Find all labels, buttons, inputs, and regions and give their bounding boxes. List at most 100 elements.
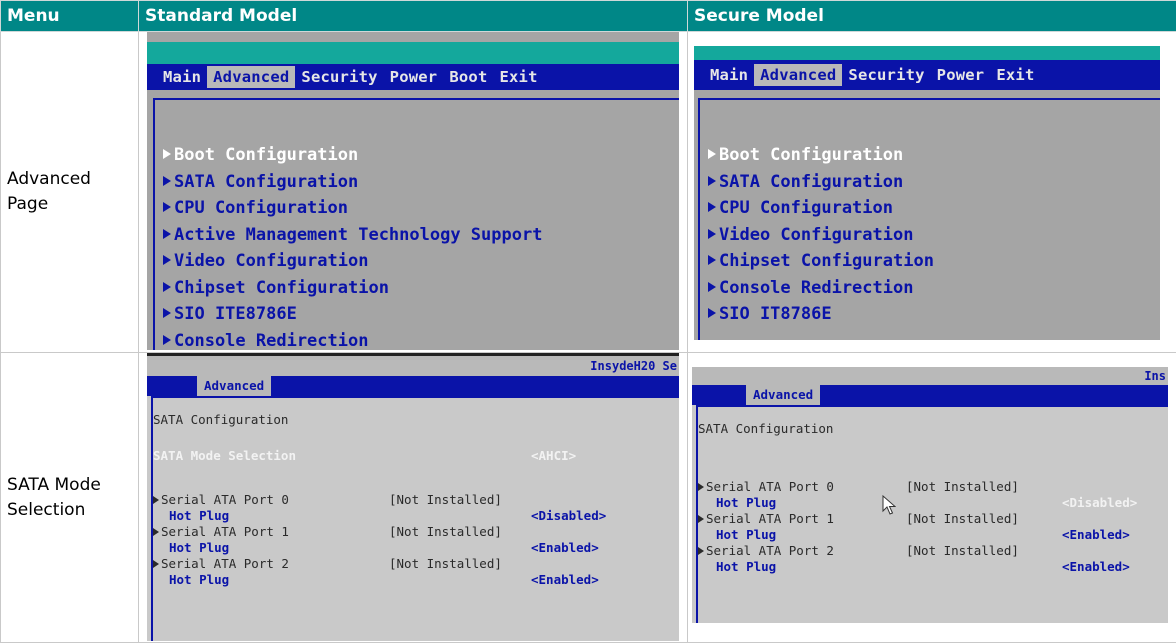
menu-item-boot-configuration[interactable]: Boot Configuration: [163, 142, 542, 169]
port-2-hotplug-label[interactable]: Hot Plug: [169, 572, 229, 587]
header-menu: Menu: [0, 0, 139, 32]
bios-menu-bar: Main Advanced Security Power Exit: [694, 60, 1160, 90]
bios-panel: Boot Configuration SATA Configuration CP…: [698, 98, 1160, 340]
tab-power[interactable]: Power: [384, 66, 444, 88]
tab-boot[interactable]: Boot: [443, 66, 493, 88]
menu-item-boot-configuration[interactable]: Boot Configuration: [708, 142, 934, 169]
port-1-hotplug-value[interactable]: <Enabled>: [531, 540, 599, 555]
standard-advanced-cell: Main Advanced Security Power Boot Exit B…: [138, 31, 688, 353]
bios-panel: SATA Configuration SATA Mode Selection <…: [151, 396, 679, 641]
bios-brand: Ins: [1144, 369, 1166, 383]
menu-item-cpu-configuration[interactable]: CPU Configuration: [708, 195, 934, 222]
tab-main[interactable]: Main: [157, 66, 207, 88]
bios-top-strip: [147, 42, 679, 64]
bios-panel: Boot Configuration SATA Configuration CP…: [153, 98, 679, 350]
arrow-right-icon: [163, 149, 171, 159]
port-0-hotplug-label[interactable]: Hot Plug: [716, 495, 776, 510]
arrow-right-icon: [163, 255, 171, 265]
arrow-right-icon: [708, 281, 716, 292]
arrow-right-icon: [163, 228, 171, 239]
tab-security[interactable]: Security: [842, 64, 930, 86]
header-row: Menu Standard Model Secure Model: [0, 0, 1176, 32]
tab-advanced[interactable]: Advanced: [207, 66, 296, 88]
bios-menu-bar: Advanced: [147, 376, 679, 396]
port-2-status: [Not Installed]: [389, 556, 502, 571]
menu-item-sata-configuration[interactable]: SATA Configuration: [708, 169, 934, 196]
comparison-table: Menu Standard Model Secure Model Advance…: [0, 0, 1176, 643]
menu-item-video-configuration[interactable]: Video Configuration: [708, 222, 934, 249]
arrow-right-icon: [708, 308, 716, 318]
tab-advanced[interactable]: Advanced: [754, 64, 843, 86]
menu-item-video-configuration[interactable]: Video Configuration: [163, 248, 542, 275]
port-0-hotplug-value[interactable]: <Disabled>: [1062, 495, 1137, 510]
menu-item-sata-configuration[interactable]: SATA Configuration: [163, 169, 542, 196]
arrow-right-icon: [163, 202, 171, 212]
arrow-right-icon: [153, 496, 159, 504]
bios-brand: InsydeH20 Se: [590, 359, 677, 373]
header-secure-model: Secure Model: [687, 0, 1176, 32]
tab-advanced[interactable]: Advanced: [746, 385, 821, 405]
arrow-right-icon: [163, 281, 171, 292]
port-2-label[interactable]: Serial ATA Port 2: [698, 543, 834, 558]
menu-cell-sata-mode-selection: SATA Mode Selection: [0, 352, 139, 643]
arrow-right-icon: [153, 528, 159, 536]
port-2-hotplug-label[interactable]: Hot Plug: [716, 559, 776, 574]
menu-item-sio[interactable]: SIO IT8786E: [708, 301, 934, 328]
port-1-label[interactable]: Serial ATA Port 1: [698, 511, 834, 526]
port-1-hotplug-value[interactable]: <Enabled>: [1062, 527, 1130, 542]
tab-exit[interactable]: Exit: [493, 66, 543, 88]
menu-cell-advanced-page: Advanced Page: [0, 31, 139, 353]
menu-item-cpu-configuration[interactable]: CPU Configuration: [163, 195, 542, 222]
port-0-label[interactable]: Serial ATA Port 0: [698, 479, 834, 494]
mouse-pointer-icon: [882, 495, 896, 515]
bios-top-bar: InsydeH20 Se: [147, 353, 679, 376]
port-1-label[interactable]: Serial ATA Port 1: [153, 524, 289, 539]
arrow-right-icon: [163, 334, 171, 345]
menu-item-console-redirection[interactable]: Console Redirection: [708, 275, 934, 302]
port-1-status: [Not Installed]: [906, 511, 1019, 526]
arrow-right-icon: [698, 547, 704, 555]
advanced-menu-list: Boot Configuration SATA Configuration CP…: [163, 142, 542, 350]
arrow-right-icon: [708, 202, 716, 212]
menu-item-sio[interactable]: SIO ITE8786E: [163, 301, 542, 328]
secure-advanced-screenshot: Main Advanced Security Power Exit Boot C…: [694, 46, 1160, 340]
arrow-right-icon: [708, 175, 716, 186]
port-2-hotplug-value[interactable]: <Enabled>: [1062, 559, 1130, 574]
port-0-hotplug-label[interactable]: Hot Plug: [169, 508, 229, 523]
tab-advanced[interactable]: Advanced: [197, 376, 272, 396]
tab-main[interactable]: Main: [704, 64, 754, 86]
section-title: SATA Configuration: [153, 412, 289, 427]
menu-item-chipset-configuration[interactable]: Chipset Configuration: [163, 275, 542, 302]
bios-panel: SATA Configuration Serial ATA Port 0 [No…: [696, 405, 1168, 623]
port-0-label[interactable]: Serial ATA Port 0: [153, 492, 289, 507]
secure-advanced-cell: Main Advanced Security Power Exit Boot C…: [687, 31, 1176, 353]
bios-top-strip: [694, 46, 1160, 60]
tab-security[interactable]: Security: [295, 66, 383, 88]
menu-item-console-redirection[interactable]: Console Redirection: [163, 328, 542, 350]
menu-item-chipset-configuration[interactable]: Chipset Configuration: [708, 248, 934, 275]
bios-top-bar: Ins: [692, 367, 1168, 385]
sata-mode-value[interactable]: <AHCI>: [531, 448, 576, 463]
port-0-status: [Not Installed]: [389, 492, 502, 507]
port-1-hotplug-label[interactable]: Hot Plug: [169, 540, 229, 555]
arrow-right-icon: [708, 149, 716, 159]
arrow-right-icon: [698, 483, 704, 491]
standard-advanced-screenshot: Main Advanced Security Power Boot Exit B…: [147, 32, 679, 350]
port-2-label[interactable]: Serial ATA Port 2: [153, 556, 289, 571]
port-2-hotplug-value[interactable]: <Enabled>: [531, 572, 599, 587]
advanced-menu-list: Boot Configuration SATA Configuration CP…: [708, 142, 934, 328]
menu-item-amt-support[interactable]: Active Management Technology Support: [163, 222, 542, 249]
port-1-hotplug-label[interactable]: Hot Plug: [716, 527, 776, 542]
port-0-status: [Not Installed]: [906, 479, 1019, 494]
tab-exit[interactable]: Exit: [990, 64, 1040, 86]
tab-power[interactable]: Power: [931, 64, 991, 86]
bios-menu-bar: Advanced: [692, 385, 1168, 405]
sata-mode-label[interactable]: SATA Mode Selection: [153, 448, 296, 463]
table-row: SATA Mode Selection InsydeH20 Se Advance…: [0, 352, 1176, 643]
standard-sata-cell: InsydeH20 Se Advanced SATA Configuration…: [138, 352, 688, 643]
port-0-hotplug-value[interactable]: <Disabled>: [531, 508, 606, 523]
standard-sata-screenshot: InsydeH20 Se Advanced SATA Configuration…: [147, 353, 679, 641]
arrow-right-icon: [163, 308, 171, 318]
table-row: Advanced Page Main Advanced Security Pow…: [0, 31, 1176, 353]
bios-menu-bar: Main Advanced Security Power Boot Exit: [147, 64, 679, 90]
